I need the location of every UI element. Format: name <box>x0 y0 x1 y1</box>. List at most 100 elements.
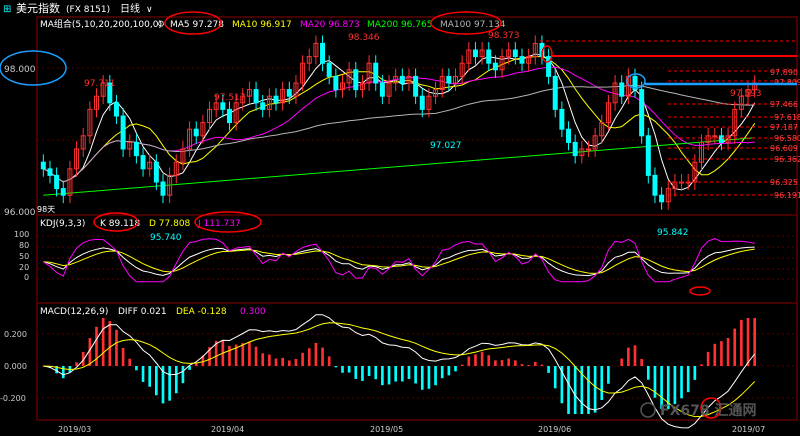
y-tick-98: 98.000 <box>4 65 36 75</box>
fib-label-1: 97.809 <box>774 78 800 87</box>
candle-body <box>253 89 259 104</box>
fib-label-4: 97.187 <box>770 123 798 132</box>
settings-icon[interactable]: ⚙ <box>157 20 165 30</box>
candle-body <box>193 128 199 137</box>
kdj-j-value: J 111.737 <box>197 219 241 229</box>
candle-body <box>559 108 565 130</box>
candle-body <box>373 62 379 84</box>
kdj-d-value: D 77.808 <box>149 219 191 229</box>
macd-tick-0: 0.000 <box>4 362 27 371</box>
candle-body <box>712 135 718 138</box>
candle-body <box>226 108 232 124</box>
candle-body <box>519 56 525 64</box>
candle-body <box>273 95 279 104</box>
price-label-low2: 97.027 <box>430 141 462 151</box>
candle-body <box>379 82 385 97</box>
kdj-k-line <box>43 246 755 277</box>
candle-body <box>220 102 226 110</box>
price-label-high4: 98.373 <box>488 31 520 41</box>
kdj-tick-80: 80 <box>19 241 29 250</box>
candle-body <box>652 174 658 196</box>
candle-body <box>153 161 159 183</box>
annotation-circle-kdj <box>689 286 711 296</box>
stock-chart: ⊞ 美元指数 (FX 8151) 日线 ∨ MA组合(5,10,20,200,1… <box>0 1 800 434</box>
ma200-value: MA200 96.765 <box>367 20 432 30</box>
macd-value: 0.300 <box>240 307 266 317</box>
price-label-last-high: 97.593 <box>730 89 762 99</box>
candle-body <box>419 95 425 110</box>
macd-histogram <box>43 314 757 429</box>
candle-body <box>260 102 266 110</box>
candle-body <box>645 135 651 176</box>
x-tick-2019-05: 2019/05 <box>370 425 403 434</box>
window-icon: ⊞ <box>3 4 11 15</box>
candle-body <box>320 42 326 64</box>
fib-label-3: 97.618 <box>774 113 800 122</box>
candle-body <box>60 188 66 196</box>
watermark-logo-icon <box>640 402 656 418</box>
x-tick-2019-03: 2019/03 <box>58 425 91 434</box>
candle-body <box>113 102 119 117</box>
price-label-low3: 95.842 <box>657 228 689 238</box>
fib-label-7: 96.362 <box>774 155 800 164</box>
candle-body <box>133 141 139 157</box>
macd-tick-0.2: 0.200 <box>4 330 27 339</box>
candle-body <box>619 82 625 97</box>
candle-body <box>512 49 518 58</box>
price-label-high3: 98.346 <box>348 33 380 43</box>
candle-body <box>47 168 53 176</box>
candle-body <box>566 128 572 143</box>
kdj-tick-0: 0 <box>24 273 29 282</box>
kdj-tick-100: 100 <box>14 230 29 239</box>
fib-label-5: 96.580 <box>774 134 800 143</box>
period-label[interactable]: 日线 <box>120 2 140 15</box>
price-label-high1: 97.711 <box>84 79 116 89</box>
chevron-down-icon[interactable]: ∨ <box>146 5 153 15</box>
fib-label-2: 97.466 <box>770 100 798 109</box>
candle-body <box>572 141 578 157</box>
candle-body <box>286 89 292 97</box>
candle-body <box>413 75 419 97</box>
candle-body <box>326 62 332 77</box>
x-tick-2019-07: 2019/07 <box>732 425 765 434</box>
main-panel-frame <box>36 16 798 216</box>
x-tick-2019-06: 2019/06 <box>538 425 571 434</box>
macd-dea-value: DEA -0.128 <box>176 307 227 317</box>
kdj-label: KDJ(9,3,3) <box>40 219 85 229</box>
x-tick-2019-04: 2019/04 <box>211 425 244 434</box>
macd-label: MACD(12,26,9) <box>40 307 108 317</box>
price-label-low1: 95.740 <box>150 233 182 243</box>
candle-body <box>399 75 405 84</box>
candlesticks <box>40 35 758 210</box>
fib-label-0: 97.890 <box>770 68 798 77</box>
fib-label-8: 96.325 <box>770 178 798 187</box>
candle-body <box>659 194 665 203</box>
chart-title[interactable]: 美元指数 <box>16 1 60 15</box>
watermark: FX678 汇通网 <box>660 403 756 419</box>
candle-body <box>333 75 339 91</box>
candle-body <box>585 148 591 151</box>
candle-body <box>639 89 645 137</box>
candle-body <box>140 155 146 170</box>
candle-body <box>446 75 452 84</box>
ma-legend-label: MA组合(5,10,20,200,100,0) <box>40 18 162 30</box>
candle-body <box>472 49 478 58</box>
candle-body <box>552 75 558 110</box>
candle-body <box>160 181 166 196</box>
kdj-tick-50: 50 <box>19 252 29 261</box>
price-label-high2: 97.517 <box>214 93 246 103</box>
candle-body <box>492 62 498 71</box>
y-tick-96: 96.000 <box>4 208 36 218</box>
candle-body <box>40 161 46 170</box>
ma10-value: MA10 96.917 <box>232 20 292 30</box>
fibonacci-levels <box>540 40 797 196</box>
kdj-d-line <box>43 248 755 274</box>
ma20-value: MA20 96.873 <box>300 20 360 30</box>
macd-diff-value: DIFF 0.021 <box>118 307 167 317</box>
candle-body <box>54 174 60 190</box>
macd-tick--0.2: -0.200 <box>0 394 26 403</box>
kdj-tick-20: 20 <box>19 263 29 272</box>
fib-label-6: 96.609 <box>770 144 798 153</box>
chart-code: (FX 8151) <box>66 5 110 15</box>
candle-body <box>353 69 359 91</box>
